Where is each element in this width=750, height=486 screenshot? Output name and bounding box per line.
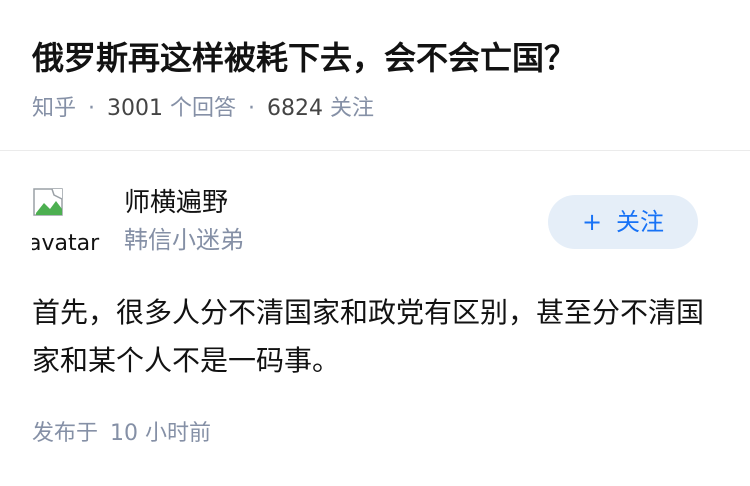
time-prefix: 发布于 [32, 421, 99, 446]
answer-count-unit: 个回答 [170, 96, 237, 121]
answer-count: 3001 [107, 96, 164, 121]
answer-time: 发布于 10 小时前 [32, 417, 211, 451]
author-name[interactable]: 师横遍野 [124, 185, 228, 221]
time-value: 10 小时前 [110, 421, 212, 446]
follow-button[interactable]: + 关注 [548, 195, 698, 249]
question-header: 俄罗斯再这样被耗下去，会不会亡国？ 知乎 · 3001 个回答 · 6824 关注 [0, 0, 750, 150]
follower-count: 6824 [267, 96, 324, 121]
author-bio: 韩信小迷弟 [124, 226, 244, 254]
follow-button-label: 关注 [616, 208, 665, 236]
source-label[interactable]: 知乎 [32, 96, 76, 121]
avatar-alt-text: avatar [32, 231, 100, 255]
answer-content[interactable]: 首先，很多人分不清国家和政党有区别，甚至分不清国家和某个人不是一码事。 [32, 289, 718, 385]
broken-image-icon [33, 188, 63, 216]
meta-separator: · [248, 96, 256, 121]
question-meta: 知乎 · 3001 个回答 · 6824 关注 [32, 92, 374, 126]
avatar[interactable]: avatar [32, 187, 100, 255]
question-title[interactable]: 俄罗斯再这样被耗下去，会不会亡国？ [32, 34, 576, 82]
author-row: avatar 师横遍野 韩信小迷弟 + 关注 [32, 185, 718, 265]
follower-count-unit: 关注 [330, 96, 375, 121]
plus-icon: + [581, 208, 603, 236]
answer-card: avatar 师横遍野 韩信小迷弟 + 关注 首先，很多人分不清国家和政党有区别，… [0, 151, 750, 486]
meta-separator: · [88, 96, 96, 121]
